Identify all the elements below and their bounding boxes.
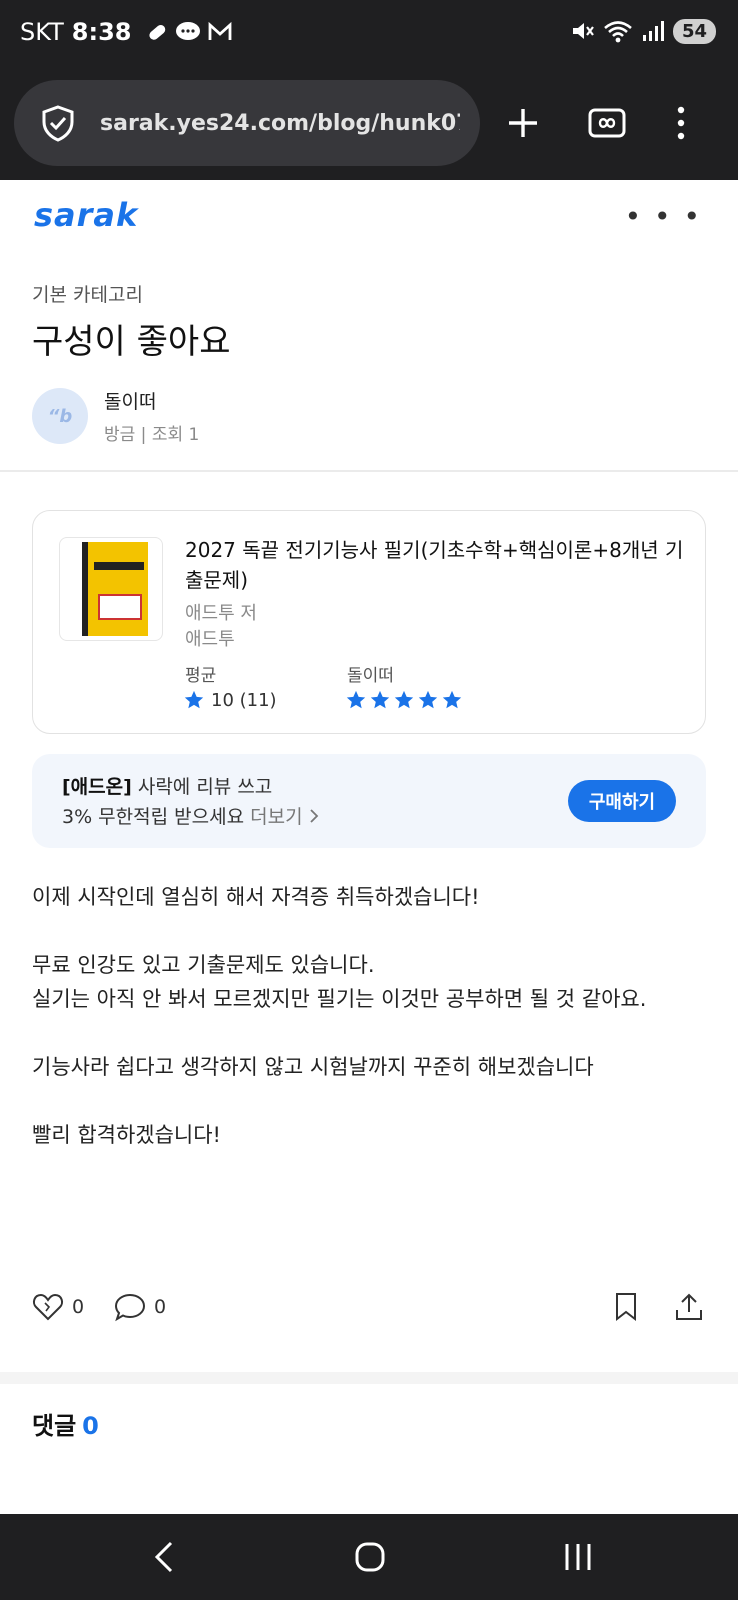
star-icon <box>346 690 366 709</box>
body-paragraph: 이제 시작인데 열심히 해서 자격증 취득하겠습니다! <box>32 885 480 909</box>
body-paragraph: 무료 인강도 있고 기출문제도 있습니다. <box>32 953 375 977</box>
addon-line2: 3% 무한적립 받으세요 더보기 <box>62 802 319 829</box>
author-info[interactable]: “b 돌이떠 방금 | 조회 1 <box>32 386 199 446</box>
post-meta: 방금 | 조회 1 <box>104 425 200 445</box>
user-rating-stars <box>345 689 463 711</box>
site-header: sarak • • • <box>0 180 738 250</box>
like-count: 0 <box>72 1296 85 1318</box>
chevron-right-icon <box>309 809 318 823</box>
back-button[interactable] <box>134 1532 194 1582</box>
addon-line2-text: 3% 무한적립 받으세요 <box>62 806 245 828</box>
comments-count: 0 <box>82 1412 99 1440</box>
section-separator <box>0 1372 738 1384</box>
battery-indicator: 54 <box>672 18 716 44</box>
url-text[interactable]: sarak.yes24.com/blog/hunk071 <box>100 111 460 136</box>
addon-line1: [애드온] 사락에 리뷰 쓰고 <box>62 772 272 799</box>
browser-menu-button[interactable] <box>654 96 708 150</box>
body-paragraph: 기능사라 쉽다고 생각하지 않고 시험날까지 꾸준히 해보겠습니다 <box>32 1055 594 1079</box>
star-icon <box>394 690 414 709</box>
tab-switcher-button[interactable] <box>580 96 634 150</box>
buy-button[interactable]: 구매하기 <box>568 780 676 822</box>
body-paragraph <box>32 1016 722 1050</box>
comments-title: 댓글 <box>32 1412 77 1440</box>
more-vertical-icon <box>677 106 685 140</box>
average-rating-value: 10 (11) <box>211 689 277 711</box>
average-rating: 10 (11) <box>183 689 277 711</box>
like-button[interactable]: 0 <box>32 1292 84 1322</box>
body-paragraph <box>32 914 722 948</box>
status-bar: SKT 8:38 54 <box>0 0 738 70</box>
star-icon <box>442 690 462 709</box>
pill-icon <box>149 24 166 40</box>
home-icon <box>355 1542 385 1572</box>
avatar[interactable]: “b <box>32 388 88 444</box>
system-nav-bar <box>0 1514 738 1600</box>
post-category[interactable]: 기본 카테고리 <box>32 280 143 307</box>
user-rating-label: 돌이떠 <box>347 666 394 686</box>
share-icon <box>676 1293 702 1320</box>
speech-bubble-icon <box>114 1293 146 1322</box>
wifi-icon <box>604 21 632 43</box>
comment-count: 0 <box>154 1296 167 1318</box>
shield-icon[interactable] <box>38 103 78 143</box>
divider <box>0 470 738 472</box>
comment-button[interactable]: 0 <box>114 1292 166 1322</box>
address-bar[interactable]: sarak.yes24.com/blog/hunk071 <box>14 80 480 166</box>
body-paragraph: 실기는 아직 안 봐서 모르겠지만 필기는 이것만 공부하면 될 것 같아요. <box>32 987 647 1011</box>
share-button[interactable] <box>674 1292 704 1322</box>
body-paragraph: 빨리 합격하겠습니다! <box>32 1123 221 1147</box>
post-title: 구성이 좋아요 <box>32 322 231 362</box>
book-cover[interactable] <box>59 537 163 641</box>
sarak-logo[interactable]: sarak <box>34 196 138 234</box>
book-title[interactable]: 2027 독끝 전기기능사 필기(기초수학+핵심이론+8개년 기출문제) <box>185 535 685 595</box>
clock: 8:38 <box>71 18 132 46</box>
browser-toolbar: sarak.yes24.com/blog/hunk071 <box>0 70 738 180</box>
addon-line1-text: 사락에 리뷰 쓰고 <box>131 776 273 798</box>
addon-more-link[interactable]: 더보기 <box>250 806 319 828</box>
bookmark-icon <box>616 1293 636 1322</box>
bookmark-button[interactable] <box>614 1292 638 1322</box>
mail-icon <box>209 21 232 40</box>
book-card[interactable]: 2027 독끝 전기기능사 필기(기초수학+핵심이론+8개년 기출문제) 애드투… <box>32 510 706 734</box>
page-content: sarak • • • 기본 카테고리 구성이 좋아요 “b 돌이떠 방금 | … <box>0 180 738 1514</box>
new-tab-button[interactable] <box>496 96 550 150</box>
comments-header: 댓글 0 <box>32 1406 99 1441</box>
star-icon <box>418 690 438 709</box>
mute-icon <box>572 23 594 39</box>
book-publisher: 애드투 <box>185 629 235 650</box>
addon-more-label[interactable]: 더보기 <box>250 806 302 828</box>
more-horizontal-icon[interactable]: • • • <box>625 200 702 233</box>
star-icon <box>184 690 204 709</box>
recents-button[interactable] <box>548 1532 608 1582</box>
author-name[interactable]: 돌이떠 <box>104 387 199 414</box>
chat-icon <box>176 22 201 40</box>
carrier-label: SKT <box>20 18 64 46</box>
heart-icon <box>32 1293 64 1321</box>
average-rating-label: 평균 <box>185 666 217 686</box>
body-paragraph <box>32 1084 722 1118</box>
post-actions: 0 0 <box>0 1282 738 1342</box>
tabs-icon <box>588 108 626 138</box>
home-button[interactable] <box>340 1532 400 1582</box>
star-icon <box>370 690 390 709</box>
addon-banner[interactable]: [애드온] 사락에 리뷰 쓰고 3% 무한적립 받으세요 더보기 구매하기 <box>32 754 706 848</box>
addon-tag: [애드온] <box>62 776 132 798</box>
book-author: 애드투 저 <box>185 603 257 624</box>
back-chevron-icon <box>154 1541 173 1573</box>
signal-icon <box>642 21 664 41</box>
post-body: 이제 시작인데 열심히 해서 자격증 취득하겠습니다! 무료 인강도 있고 기출… <box>32 880 722 1152</box>
recents-icon <box>565 1544 591 1570</box>
plus-icon <box>509 109 537 137</box>
